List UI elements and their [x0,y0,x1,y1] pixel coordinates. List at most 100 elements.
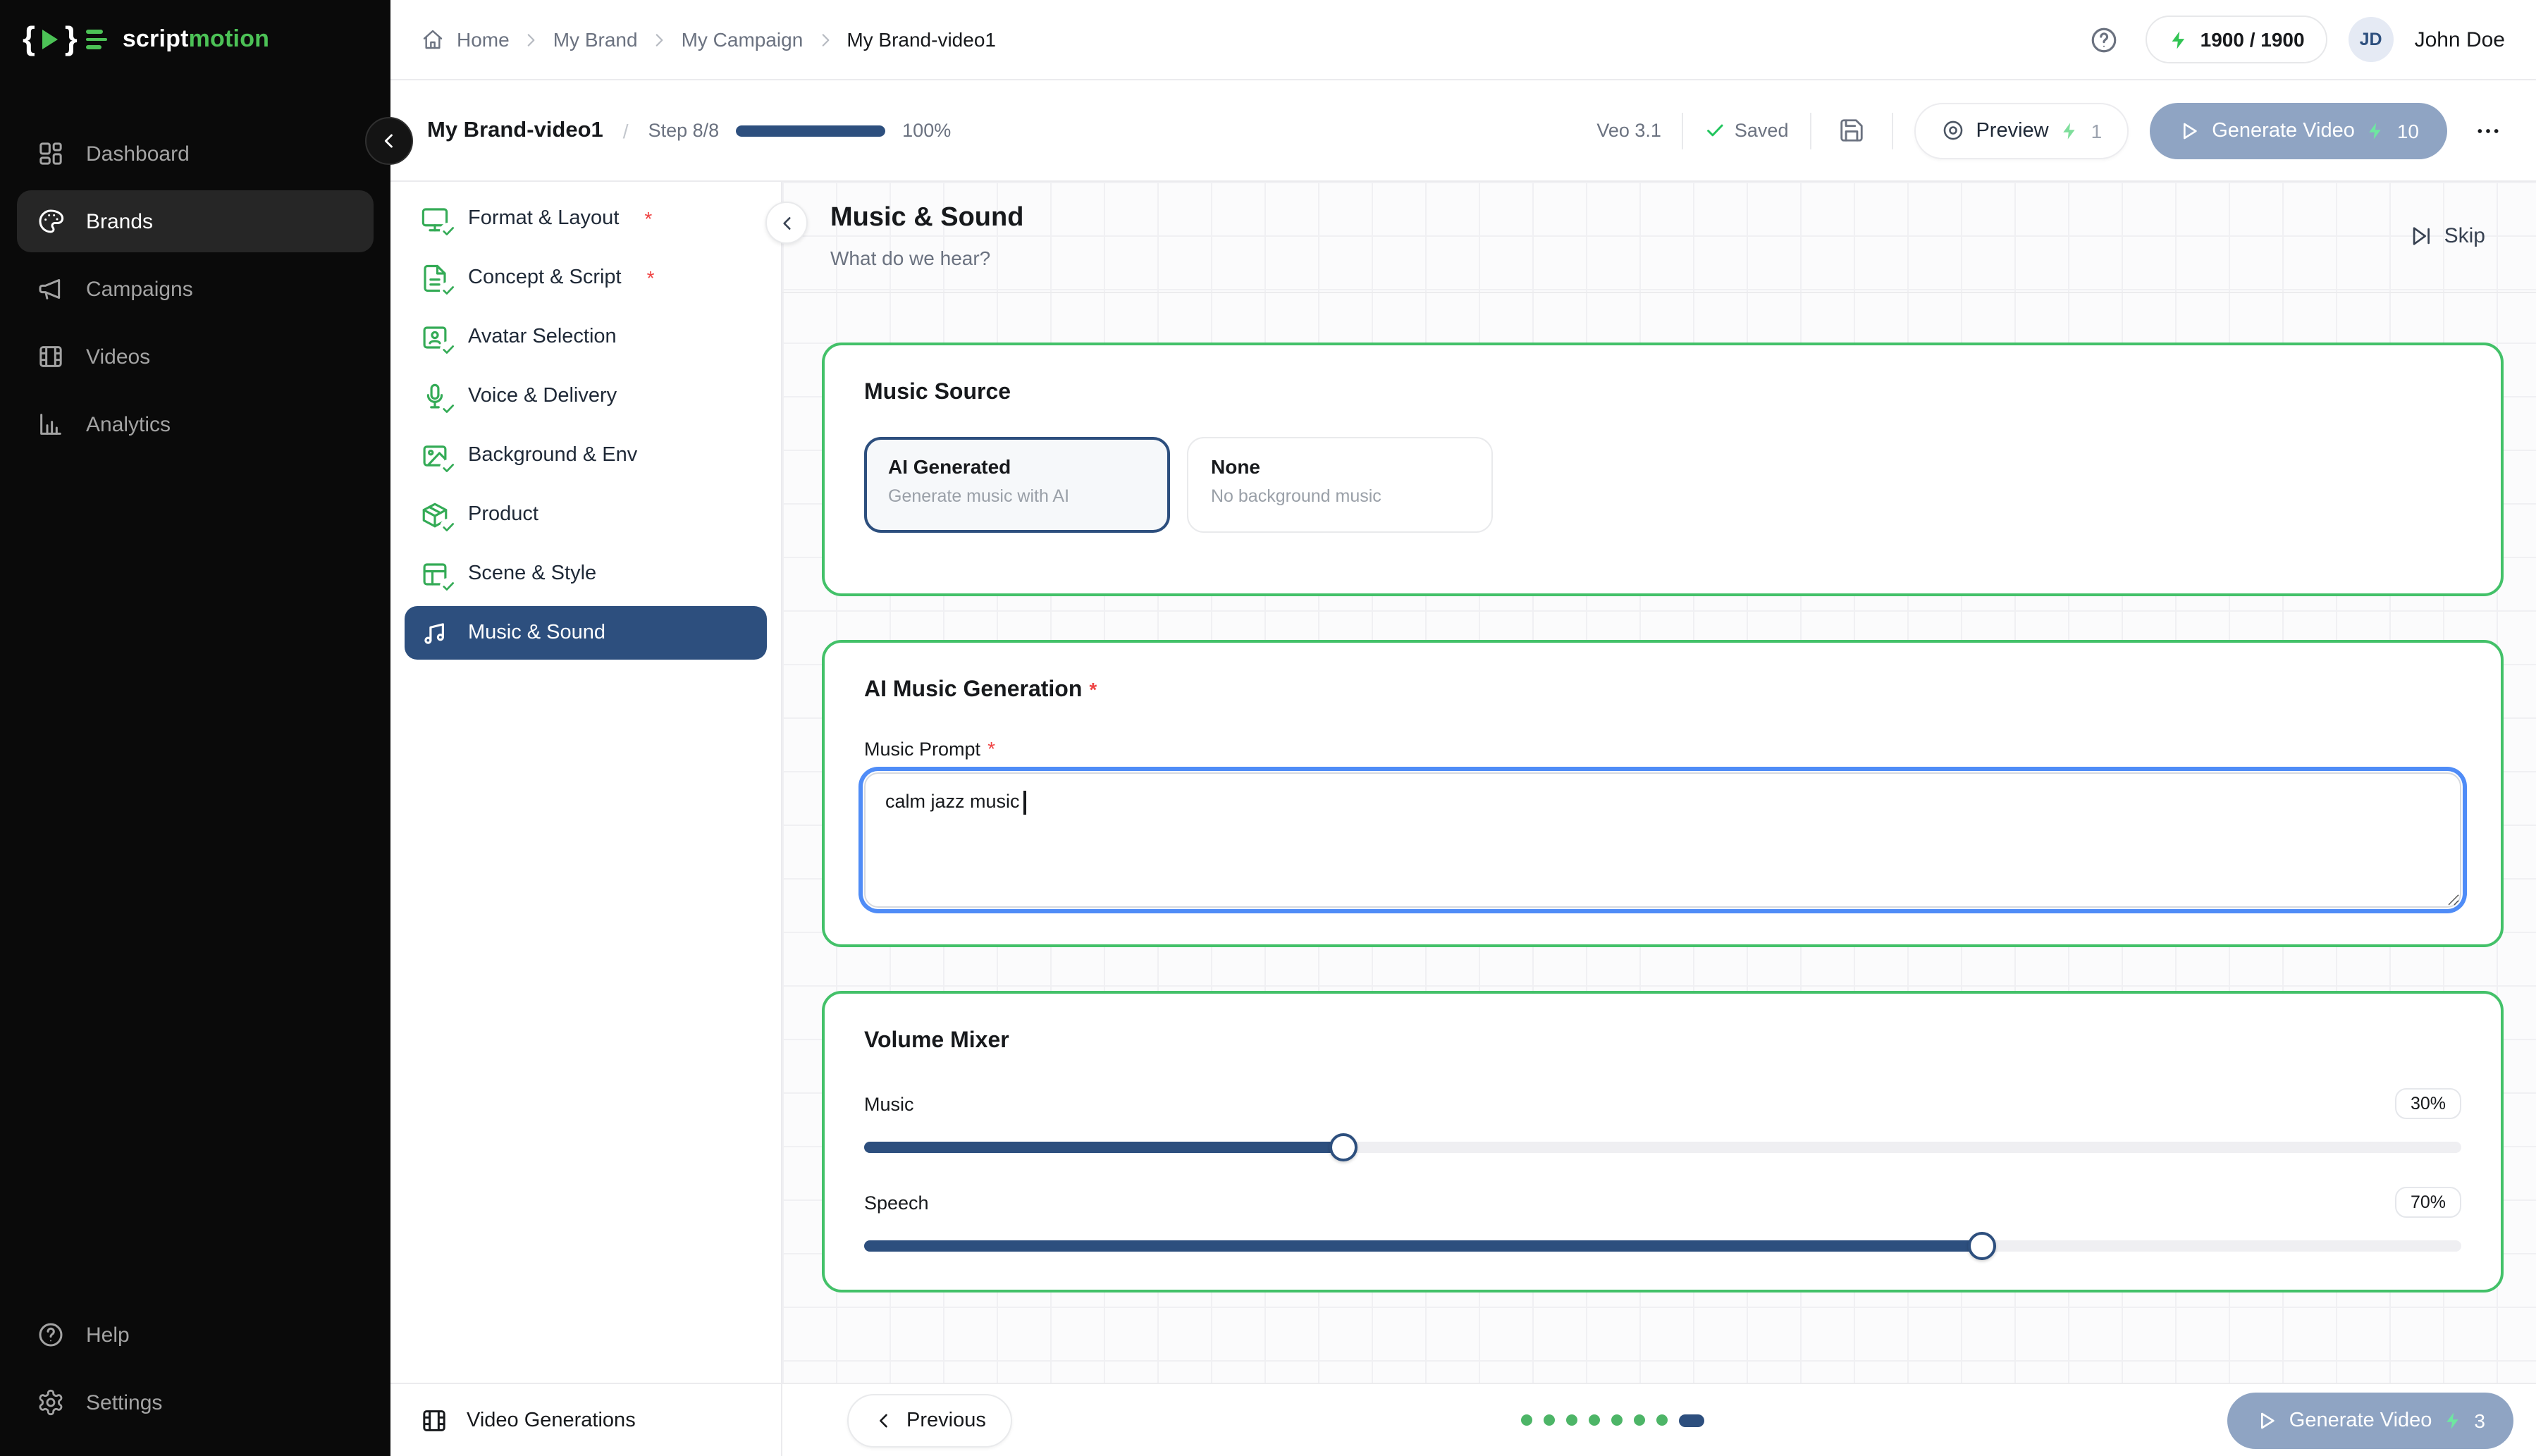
option-desc: No background music [1211,486,1469,506]
breadcrumb-my-brand[interactable]: My Brand [553,28,638,51]
step-dot [1656,1414,1668,1426]
sidebar-item-settings[interactable]: Settings [17,1371,374,1433]
lightning-bolt-icon [2443,1410,2463,1430]
credits-pill[interactable]: 1900 / 1900 [2146,16,2327,63]
step-label: Product [468,503,538,526]
previous-button[interactable]: Previous [847,1393,1013,1447]
step-item-scene-style[interactable]: Scene & Style [405,547,767,600]
sidebar-item-dashboard[interactable]: Dashboard [17,123,374,185]
preview-button[interactable]: Preview 1 [1914,102,2129,159]
home-icon [421,28,444,51]
film-icon [37,343,65,371]
sidebar-item-label: Help [86,1323,130,1347]
step-label: Avatar Selection [468,326,617,348]
credits-value: 1900 / 1900 [2200,28,2305,51]
sidebar-item-campaigns[interactable]: Campaigns [17,258,374,320]
sidebar-item-brands[interactable]: Brands [17,190,374,252]
option-none[interactable]: None No background music [1187,437,1493,533]
avatar[interactable]: JD [2349,17,2394,62]
question-circle-icon [37,1321,65,1349]
user-name[interactable]: John Doe [2415,27,2505,51]
generate-video-footer-button[interactable]: Generate Video 3 [2227,1392,2513,1448]
image-icon [420,440,450,470]
microphone-icon [420,381,450,411]
music-volume-badge: 30% [2395,1088,2461,1119]
sidebar-item-label: Analytics [86,412,171,436]
sidebar-item-videos[interactable]: Videos [17,326,374,388]
logo[interactable]: { } scriptmotion [0,0,390,80]
dashboard-grid-icon [37,140,65,168]
top-bar: { } scriptmotion Home My Brand My Campai… [0,0,2536,80]
lightning-bolt-icon [2060,121,2080,140]
step-indicator: Step 8/8 [648,120,720,141]
step-item-background-env[interactable]: Background & Env [405,428,767,482]
option-ai-generated[interactable]: AI Generated Generate music with AI [864,437,1170,533]
slider-thumb[interactable] [1968,1232,1996,1260]
project-title: My Brand-video1 [427,118,603,143]
logo-brace-left: { [23,22,35,54]
ai-music-title: AI Music Generation* [864,678,2461,703]
step-dot [1544,1414,1555,1426]
saved-status: Saved [1705,120,1789,141]
breadcrumb-my-campaign[interactable]: My Campaign [682,28,804,51]
speech-volume-slider[interactable] [864,1232,2461,1260]
lightning-bolt-icon [2366,121,2386,140]
speech-volume-row: Speech 70% [864,1187,2461,1218]
text-caret [1023,791,1026,815]
step-item-product[interactable]: Product [405,488,767,541]
music-source-card: Music Source AI Generated Generate music… [822,343,2504,596]
play-icon [2178,119,2200,142]
slider-thumb[interactable] [1329,1133,1358,1161]
step-item-avatar-selection[interactable]: Avatar Selection [405,310,767,364]
content-header: Music & Sound What do we hear? Skip [782,182,2536,293]
divider [1682,112,1684,149]
step-item-music-sound[interactable]: Music & Sound [405,606,767,660]
step-dot [1634,1414,1645,1426]
save-button[interactable] [1832,111,1870,149]
help-icon[interactable] [2083,19,2124,60]
progress-percent: 100% [902,120,951,141]
breadcrumb-home[interactable]: Home [457,28,510,51]
generate-video-button[interactable]: Generate Video 10 [2150,102,2447,159]
logo-wordmark: scriptmotion [123,25,269,54]
sidebar-item-label: Settings [86,1390,162,1414]
id-card-icon [420,322,450,352]
option-desc: Generate music with AI [888,486,1146,506]
step-dot [1611,1414,1623,1426]
sidebar-item-help[interactable]: Help [17,1304,374,1366]
volume-mixer-card: Volume Mixer Music 30% Speech 70% [822,991,2504,1292]
chevron-left-icon [379,131,399,151]
sidebar-item-label: Videos [86,345,150,369]
gear-icon [37,1388,65,1417]
step-item-format-layout[interactable]: Format & Layout * [405,192,767,245]
music-volume-slider[interactable] [864,1133,2461,1161]
divider [1891,112,1892,149]
app-root: { } scriptmotion Home My Brand My Campai… [0,0,2536,1456]
film-icon [420,1406,448,1434]
check-icon [1705,120,1726,141]
sidebar-item-analytics[interactable]: Analytics [17,393,374,455]
sidebar-collapse-button[interactable] [365,117,413,165]
project-toolbar: My Brand-video1 / Step 8/8 100% Veo 3.1 … [390,80,2536,182]
option-title: None [1211,455,1469,478]
logo-script-lines-icon [86,30,107,49]
music-prompt-input[interactable]: calm jazz music [864,772,2461,908]
logo-play-icon [42,30,58,49]
option-title: AI Generated [888,455,1146,478]
steps-collapse-button[interactable] [765,202,808,244]
more-menu-button[interactable] [2468,111,2508,150]
preview-cost: 1 [2091,119,2103,142]
skip-button[interactable]: Skip [2401,223,2494,249]
step-item-concept-script[interactable]: Concept & Script * [405,251,767,304]
generate-cost: 10 [2397,119,2419,142]
breadcrumb: Home My Brand My Campaign My Brand-video… [421,28,996,51]
sidebar-item-label: Dashboard [86,142,190,166]
video-generations-link[interactable]: Video Generations [390,1383,781,1456]
step-item-voice-delivery[interactable]: Voice & Delivery [405,369,767,423]
step-label: Voice & Delivery [468,385,617,407]
wizard-footer: Previous Generate Video 3 [782,1383,2536,1456]
slider-fill [864,1142,1343,1153]
steps-panel: Format & Layout * Concept & Script * Ava… [390,182,782,1456]
lightning-bolt-icon [2168,29,2189,50]
progress-fill [736,125,885,136]
